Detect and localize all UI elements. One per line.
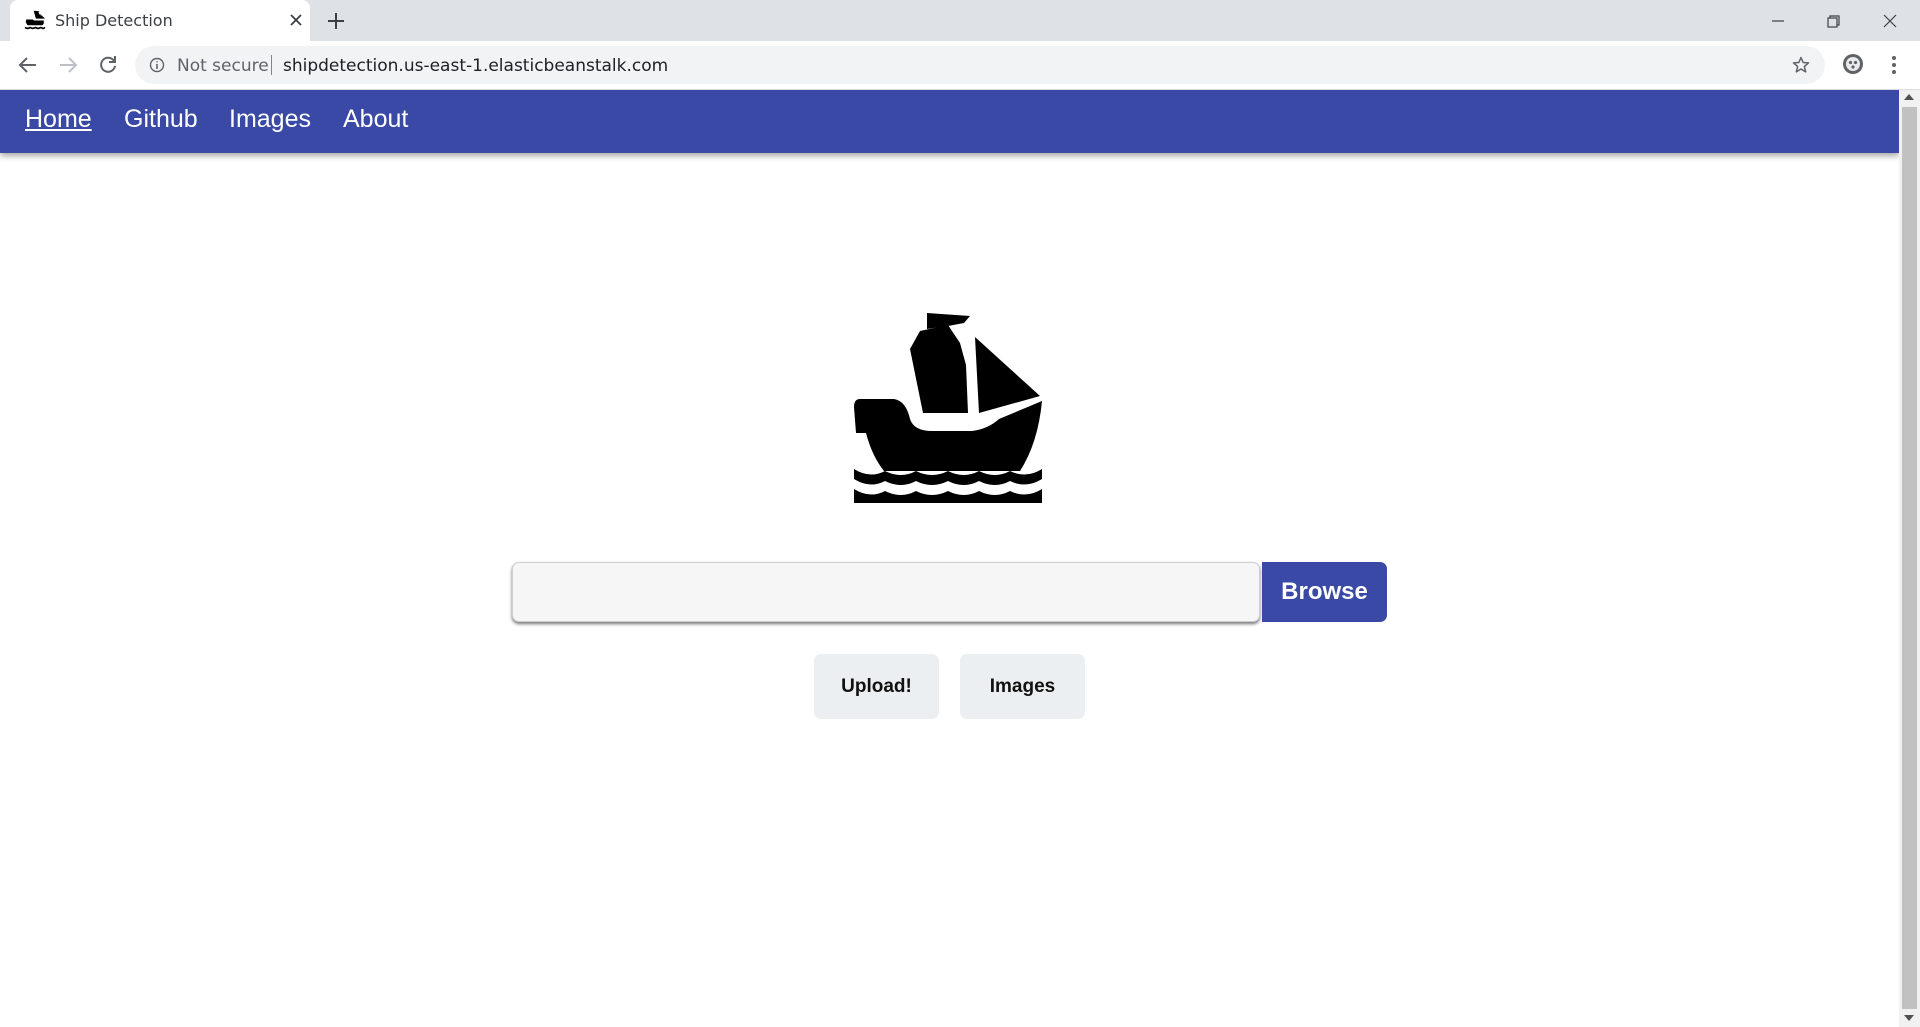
bookmark-star-icon[interactable] bbox=[1791, 55, 1811, 75]
security-label[interactable]: Not secure bbox=[177, 56, 269, 76]
info-icon[interactable] bbox=[149, 57, 165, 73]
browse-button[interactable]: Browse bbox=[1262, 562, 1387, 622]
upload-button[interactable]: Upload! bbox=[814, 654, 939, 719]
back-arrow-icon[interactable] bbox=[16, 53, 40, 77]
scroll-thumb[interactable] bbox=[1902, 107, 1917, 1009]
reload-icon[interactable] bbox=[96, 53, 120, 77]
images-button[interactable]: Images bbox=[960, 654, 1085, 719]
restore-icon[interactable] bbox=[1820, 8, 1846, 34]
page-content: Home Github Images About Browse Upload! … bbox=[0, 90, 1899, 1027]
address-separator bbox=[271, 55, 272, 75]
browser-tab[interactable]: Ship Detection bbox=[10, 0, 310, 41]
nav-images-link[interactable]: Images bbox=[229, 105, 311, 134]
browser-tabstrip: Ship Detection bbox=[0, 0, 1920, 41]
more-vert-icon[interactable] bbox=[1888, 53, 1900, 77]
tab-title: Ship Detection bbox=[55, 11, 173, 30]
browser-toolbar: Not secure shipdetection.us-east-1.elast… bbox=[0, 41, 1920, 90]
new-tab-icon[interactable] bbox=[326, 11, 346, 31]
nav-github-link[interactable]: Github bbox=[124, 105, 198, 134]
close-window-icon[interactable] bbox=[1877, 8, 1903, 34]
forward-arrow-icon[interactable] bbox=[56, 53, 80, 77]
nav-home-link[interactable]: Home bbox=[25, 105, 92, 134]
file-path-input[interactable] bbox=[512, 562, 1260, 622]
ship-favicon-icon bbox=[24, 10, 46, 30]
scroll-down-arrow-icon[interactable] bbox=[1904, 1015, 1914, 1021]
site-navbar: Home Github Images About bbox=[0, 90, 1899, 153]
ship-icon bbox=[854, 313, 1042, 503]
vertical-scrollbar[interactable] bbox=[1899, 90, 1920, 1027]
profile-avatar-icon[interactable] bbox=[1842, 53, 1864, 75]
address-bar[interactable]: Not secure shipdetection.us-east-1.elast… bbox=[135, 46, 1825, 84]
url-text[interactable]: shipdetection.us-east-1.elasticbeanstalk… bbox=[283, 56, 668, 76]
close-tab-icon[interactable] bbox=[288, 12, 304, 28]
minimize-icon[interactable] bbox=[1765, 8, 1791, 34]
nav-about-link[interactable]: About bbox=[343, 105, 408, 134]
scroll-up-arrow-icon[interactable] bbox=[1904, 94, 1914, 100]
